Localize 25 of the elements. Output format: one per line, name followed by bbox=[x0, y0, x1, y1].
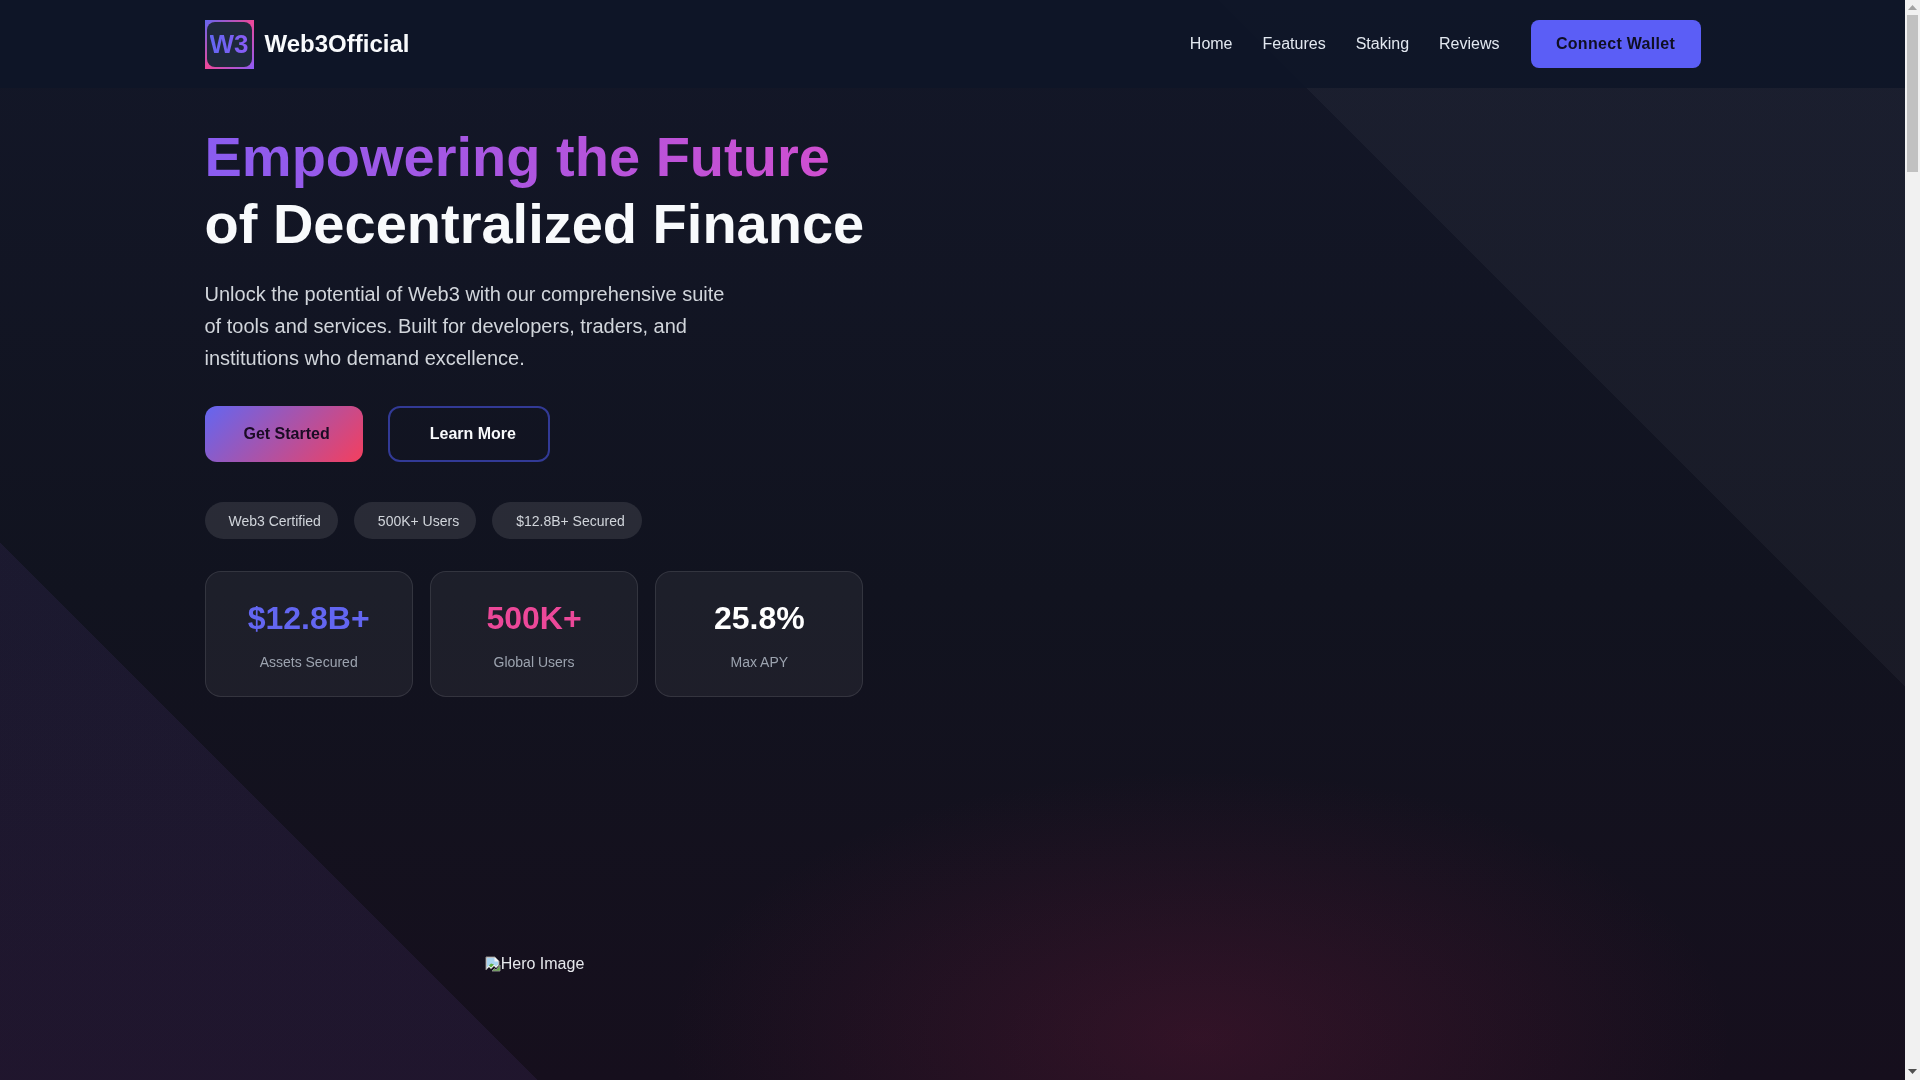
feature-badge: $12.8B+ Secured bbox=[492, 502, 642, 539]
broken-image-icon bbox=[484, 956, 501, 972]
scroll-up-icon[interactable] bbox=[1908, 5, 1917, 10]
hero-description: Unlock the potential of Web3 with our comprehensive suite of tools and services. Built for developers, traders, and institutions who demand excellence. bbox=[204, 282, 726, 371]
stat-value: $12.8B+ bbox=[247, 599, 370, 637]
hero-title: of Decentralized Finance bbox=[204, 191, 865, 257]
scrollbar-thumb[interactable] bbox=[1907, 15, 1918, 172]
nav-link[interactable]: Staking bbox=[1355, 35, 1410, 53]
stat-label: Max APY bbox=[730, 653, 789, 672]
stat-label: Global Users bbox=[493, 653, 575, 672]
nav-link[interactable]: Features bbox=[1262, 35, 1326, 53]
feature-badge: 500K+ Users bbox=[353, 502, 477, 539]
scroll-down-icon[interactable] bbox=[1908, 1069, 1917, 1074]
stat-value: 500K+ bbox=[486, 599, 582, 637]
nav-link[interactable]: Reviews bbox=[1439, 35, 1500, 53]
primary-button[interactable]: Get Started bbox=[204, 406, 363, 462]
brand-name[interactable]: Web3Official bbox=[264, 30, 410, 58]
feature-badge: Web3 Certified bbox=[204, 502, 338, 539]
image-alt-text: Hero Image bbox=[500, 955, 585, 973]
outline-button[interactable]: Learn More bbox=[387, 406, 550, 462]
connect-wallet-button[interactable]: Connect Wallet bbox=[1530, 20, 1701, 68]
stat-value: 25.8% bbox=[713, 599, 805, 637]
stat-label: Assets Secured bbox=[259, 653, 358, 672]
nav-link[interactable]: Home bbox=[1189, 35, 1233, 53]
scrollbar[interactable] bbox=[1905, 0, 1920, 1080]
